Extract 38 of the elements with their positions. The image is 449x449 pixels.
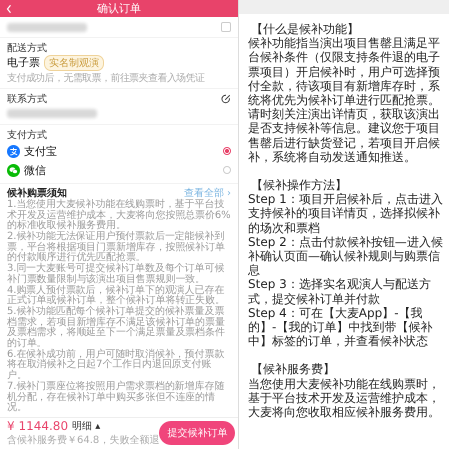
paragraph: 候补功能指当演出项目售罄且满足平台候补条件（仅限支持条件退的电子票项目）开启候补时，用户可选择预付全款，待该项目有新增库存时，系统将优先为候补订单进行匹配抢票。 <box>248 36 441 108</box>
notice-item: 1.当您使用大麦候补功能在线购票时，基于平台技术开发及运营维护成本，大麦将向您按照总票价6%的标准收取候补服务费用。 <box>7 200 231 232</box>
fee-note: 含候补服务费￥64.8，失败全额退 <box>7 434 160 447</box>
delivery-method: 电子票 <box>7 55 40 70</box>
submit-button[interactable]: 提交候补订单 <box>159 421 236 445</box>
edit-icon[interactable] <box>221 94 231 104</box>
screen-title: 确认订单 <box>97 1 141 16</box>
radio-button[interactable] <box>223 147 231 156</box>
details-link[interactable]: 明细 ▴ <box>72 419 100 433</box>
total-price: ¥ 1144.80 <box>7 419 68 433</box>
section-heading: 【候补服务费】 <box>250 362 336 377</box>
section-label: 联系方式 <box>7 92 47 106</box>
section-heading: 【什么是候补功能】 <box>250 22 360 36</box>
paragraph: Step 3：选择实名观演人与配送方式，提交候补订单并付款 <box>248 277 432 306</box>
delivery-note: 支付成功后，无需取票，前往票夹查看入场凭证 <box>7 72 206 85</box>
notice-item: 7.候补门票座位将按照用户需求票档的新增库存随机分配，存在候补订单中购买多张但不连座的情况。 <box>7 382 226 414</box>
notice-item: 6.在候补成功前，用户可随时取消候补，预付票款将在取消候补之日起7个工作日内退回原支付账户。 <box>7 350 226 382</box>
paragraph: Step 2：点击付款候补按钮—进入候补确认页面—确认候补规则与购票信息 <box>248 234 443 278</box>
paragraph: 当您使用大麦候补功能在线购票时，基于平台技术开发及运营维护成本，大麦将向您收取相应候补服务费用。 <box>248 376 441 420</box>
paragraph: Step 1：项目开启候补后，点击进入支持候补的项目详情页，选择拟候补的场次和票档 <box>248 192 443 235</box>
notice-title: 候补购票须知 <box>7 186 67 199</box>
tag: 实名制观演 <box>44 54 104 71</box>
payment-logo-icon <box>7 144 20 158</box>
notice-item: 4.购票人预付票款后，候补订单下的观演人已存在正式订单或候补订单，整个候补订单将转正失败。 <box>7 286 226 306</box>
payment-option[interactable]: 支付宝 <box>7 142 231 161</box>
payment-option[interactable]: 微信 <box>7 160 231 180</box>
paragraph: 请时刻关注演出详情页，获取该演出是否支持候补等信息。建议您于项目售罄后进行缺货登记，若项目开启候补，系统将自动发送通知推送。 <box>248 107 441 164</box>
notice-item: 2.候补功能无法保证用户预付票款后一定能候补到票，平台将根据项目门票新增库存，按照候补订单的付款顺序进行优先匹配抢票。 <box>7 232 226 264</box>
checkbox[interactable] <box>221 22 231 32</box>
notice-item: 5.候补功能匹配每个候补订单提交的候补票量及票档需求，若项目新增库存不满足该候补订单的票量及票档需求，将顺延至下一个满足票量及票档条件的订单。 <box>7 306 226 350</box>
back-icon[interactable] <box>6 4 12 14</box>
section-label: 支付方式 <box>7 128 48 142</box>
paragraph: Step 4：可在【大麦App】-【我的】-【我的订单】中找到带【候补中】标签的订单，并查看候补状态 <box>248 306 434 348</box>
notice-item: 3.同一大麦账号可提交候补订单数及每个订单可候补门票数量限制与该演出项目售票规则一致。 <box>7 264 226 285</box>
radio-button[interactable] <box>223 166 231 174</box>
section-heading: 【候补操作方法】 <box>250 178 348 192</box>
chat-bubbles-icon <box>7 164 20 177</box>
section-label: 配送方式 <box>7 42 48 55</box>
